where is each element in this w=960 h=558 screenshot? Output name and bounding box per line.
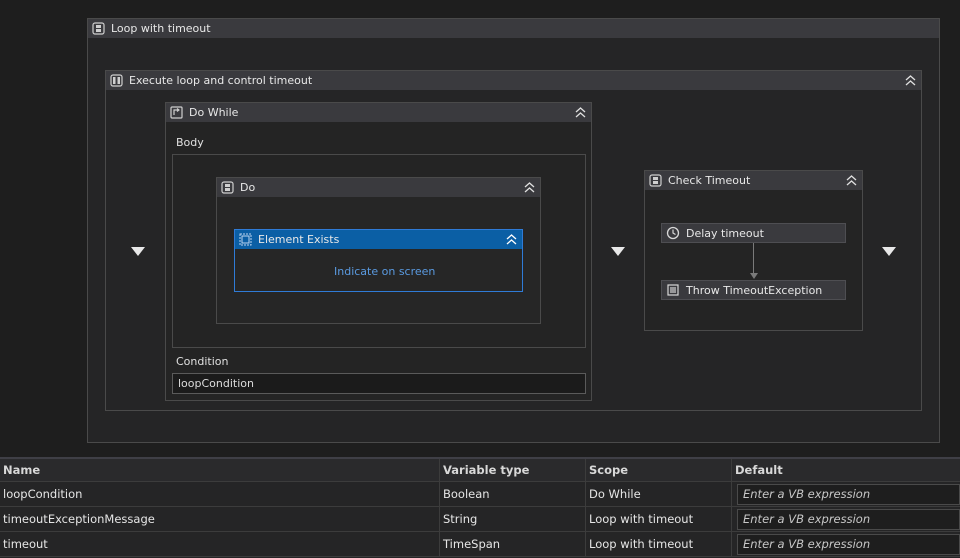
column-header-scope[interactable]: Scope [586,459,732,481]
sequence-icon [92,22,105,35]
column-header-name[interactable]: Name [0,459,440,481]
default-expression-input[interactable]: Enter a VB expression [737,508,960,530]
activity-header[interactable]: Execute loop and control timeout [106,71,921,90]
activity-throw-timeout-exception[interactable]: Throw TimeoutException [661,280,846,300]
drop-arrow-icon[interactable] [882,247,896,256]
activity-title: Check Timeout [668,174,751,187]
variables-header-row: Name Variable type Scope Default [0,459,960,482]
element-exists-icon [239,233,252,246]
variable-type-cell[interactable]: TimeSpan [440,532,586,556]
drop-arrow-icon[interactable] [131,247,145,256]
workflow-designer-canvas[interactable]: Loop with timeout Execute loop and contr… [0,0,960,455]
table-row[interactable]: timeoutExceptionMessage String Loop with… [0,507,960,532]
column-header-variable-type[interactable]: Variable type [440,459,586,481]
sequence-icon [221,181,234,194]
variable-default-cell: Enter a VB expression [732,482,960,506]
variable-default-cell: Enter a VB expression [732,532,960,556]
activity-header[interactable]: Element Exists [235,230,522,249]
variable-name-cell[interactable]: timeoutExceptionMessage [0,507,440,531]
variable-type-cell[interactable]: String [440,507,586,531]
default-expression-input[interactable]: Enter a VB expression [737,483,960,505]
variable-default-cell: Enter a VB expression [732,507,960,531]
activity-title: Loop with timeout [111,22,211,35]
chevron-double-up-icon[interactable] [523,181,536,194]
do-while-icon [170,106,183,119]
activity-header[interactable]: Do [217,178,540,197]
variable-name-cell[interactable]: timeout [0,532,440,556]
activity-element-exists[interactable]: Element Exists Indicate on screen [234,229,523,292]
activity-title: Element Exists [258,233,340,246]
activity-header[interactable]: Loop with timeout [88,19,939,38]
chevron-double-up-icon[interactable] [574,106,587,119]
chevron-double-up-icon[interactable] [904,74,917,87]
activity-title: Delay timeout [686,226,764,240]
activity-delay-timeout[interactable]: Delay timeout [661,223,846,243]
indicate-on-screen-link[interactable]: Indicate on screen [334,265,435,278]
body-label: Body [176,136,204,149]
table-row[interactable]: timeout TimeSpan Loop with timeout Enter… [0,532,960,557]
drop-arrow-icon[interactable] [611,247,625,256]
variables-panel[interactable]: Name Variable type Scope Default loopCon… [0,457,960,558]
column-header-default[interactable]: Default [732,459,960,481]
variable-scope-cell[interactable]: Loop with timeout [586,532,732,556]
parallel-icon [110,74,123,87]
default-expression-input[interactable]: Enter a VB expression [737,533,960,555]
connector-arrow-icon [750,273,758,279]
activity-title: Execute loop and control timeout [129,74,313,87]
flow-connector [753,243,754,274]
activity-header[interactable]: Do While [166,103,591,122]
table-row[interactable]: loopCondition Boolean Do While Enter a V… [0,482,960,507]
sequence-icon [649,174,662,187]
activity-header[interactable]: Check Timeout [645,171,862,190]
condition-input[interactable]: loopCondition [172,373,586,394]
variable-scope-cell[interactable]: Loop with timeout [586,507,732,531]
clock-icon [666,226,680,240]
activity-title: Throw TimeoutException [686,283,823,297]
throw-icon [666,283,680,297]
variable-type-cell[interactable]: Boolean [440,482,586,506]
variable-name-cell[interactable]: loopCondition [0,482,440,506]
variable-scope-cell[interactable]: Do While [586,482,732,506]
activity-title: Do While [189,106,239,119]
chevron-double-up-icon[interactable] [845,174,858,187]
chevron-double-up-icon[interactable] [505,233,518,246]
condition-label: Condition [176,355,229,368]
activity-title: Do [240,181,256,194]
